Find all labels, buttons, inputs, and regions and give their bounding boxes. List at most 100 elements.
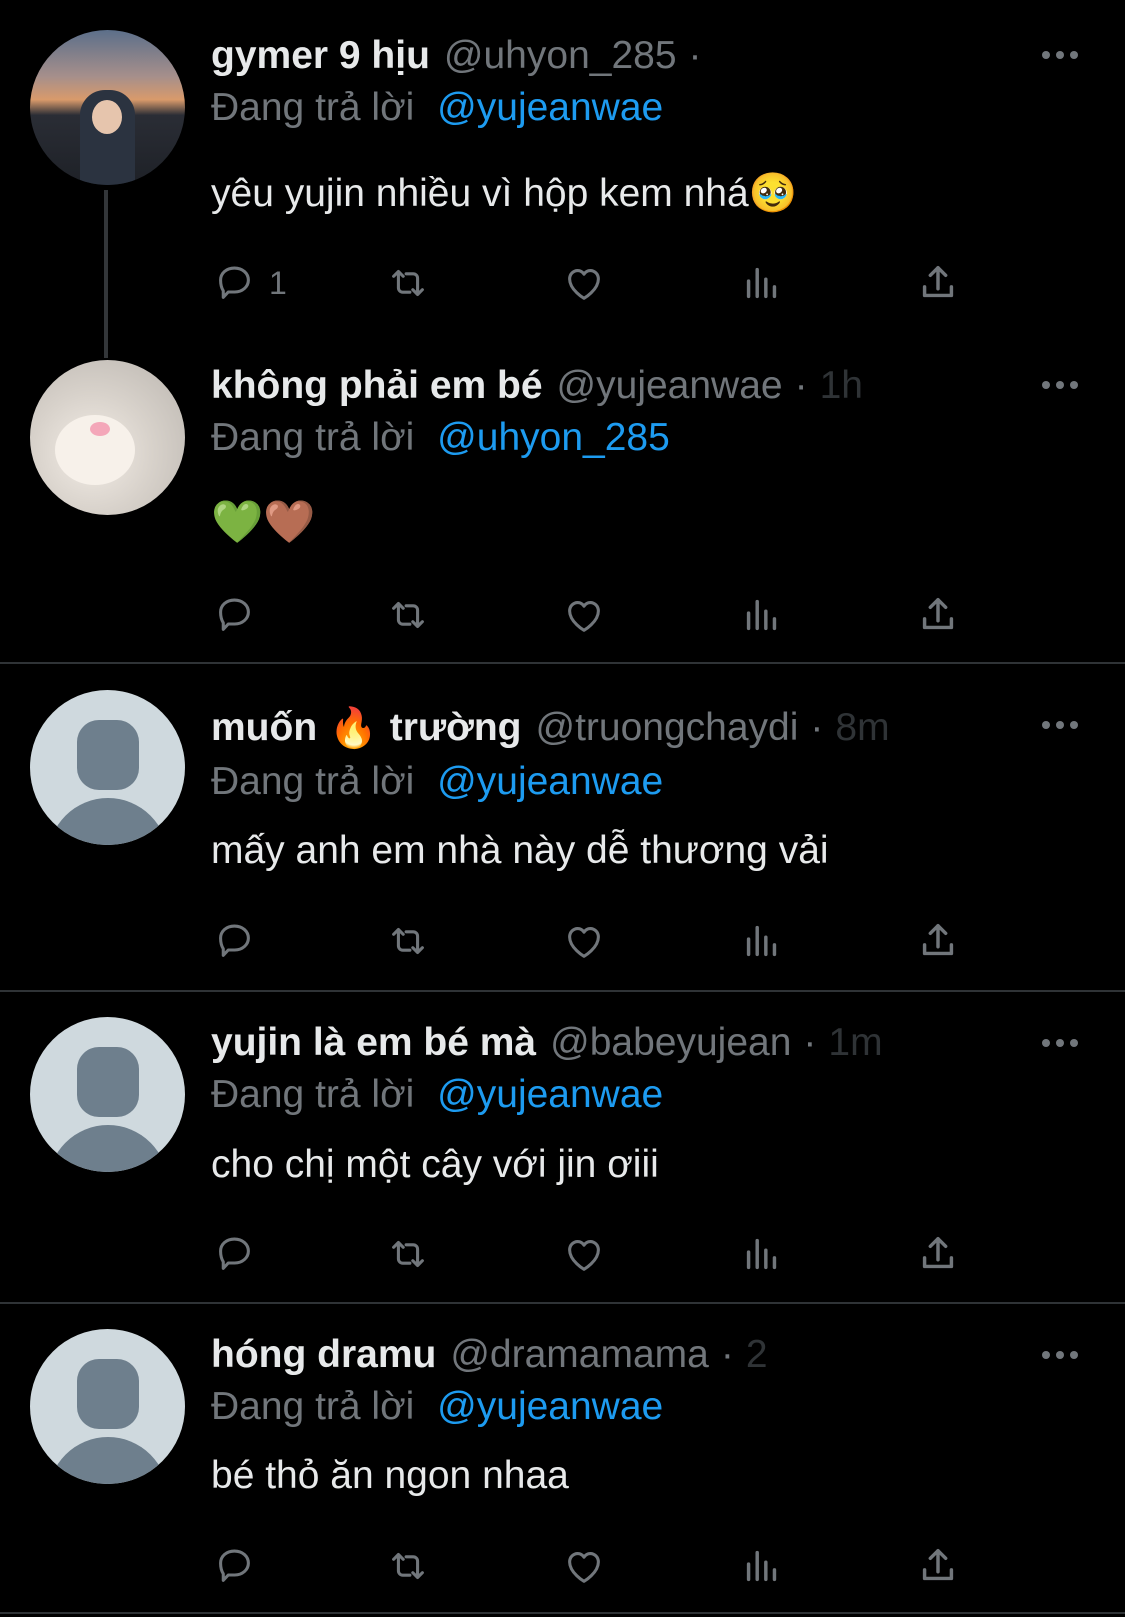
more-button[interactable] <box>1040 1345 1080 1365</box>
avatar[interactable] <box>30 1017 185 1172</box>
replying-to-mention[interactable]: @yujeanwae <box>437 1385 663 1428</box>
reply-icon <box>219 1237 250 1270</box>
retweet-icon <box>392 927 424 955</box>
display-name[interactable]: hóng dramu <box>211 1333 436 1377</box>
heart-icon <box>568 601 600 632</box>
views-icon <box>746 599 777 631</box>
username[interactable]: @yujeanwae <box>557 364 783 408</box>
heart-icon <box>568 927 600 958</box>
display-name[interactable]: không phải em bé <box>211 364 543 408</box>
share-button[interactable] <box>915 258 961 308</box>
reply-icon <box>219 266 250 299</box>
reply-button[interactable] <box>211 590 257 640</box>
avatar[interactable] <box>30 360 185 515</box>
like-button[interactable] <box>561 1541 607 1591</box>
replying-to-mention[interactable]: @uhyon_285 <box>437 416 670 459</box>
more-button[interactable] <box>1040 1033 1080 1053</box>
tweet-header: yujin là em bé mà @babeyujean · 1m <box>211 1018 1011 1068</box>
share-button[interactable] <box>915 1541 961 1591</box>
heart-icon <box>568 1552 600 1583</box>
retweet-icon <box>392 1552 424 1580</box>
retweet-button[interactable] <box>385 590 431 640</box>
replying-to-mention[interactable]: @yujeanwae <box>437 1073 663 1116</box>
views-button[interactable] <box>739 916 785 966</box>
share-button[interactable] <box>915 1229 961 1279</box>
views-button[interactable] <box>739 1541 785 1591</box>
retweet-icon <box>392 1240 424 1268</box>
share-icon <box>922 1236 954 1269</box>
avatar[interactable] <box>30 30 185 185</box>
replying-to-label: Đang trả lời <box>211 86 415 129</box>
heart-icon <box>568 1240 600 1271</box>
divider <box>0 990 1125 992</box>
display-name[interactable]: yujin là em bé mà <box>211 1021 536 1065</box>
replying-to: Đang trả lời @yujeanwae <box>211 1385 663 1429</box>
default-avatar-body <box>48 1125 168 1172</box>
default-avatar-head <box>77 1047 139 1117</box>
tweet-header: gymer 9 hịu @uhyon_285 · <box>211 31 1011 81</box>
tweet-text: mấy anh em nhà này dễ thương vải <box>211 829 829 872</box>
reply-icon <box>219 1549 250 1582</box>
views-button[interactable] <box>739 1229 785 1279</box>
reply-button[interactable] <box>211 916 257 966</box>
action-bar <box>211 916 1001 966</box>
replying-to-mention[interactable]: @yujeanwae <box>437 760 663 803</box>
display-name[interactable]: gymer 9 hịu <box>211 34 430 78</box>
replying-to: Đang trả lời @uhyon_285 <box>211 416 670 460</box>
action-bar <box>211 590 1001 640</box>
retweet-button[interactable] <box>385 1229 431 1279</box>
reply-count: 1 <box>269 264 287 301</box>
tweet-header: muốn 🔥 trường @truongchaydi · 8m <box>211 703 1011 753</box>
divider <box>0 662 1125 664</box>
more-button[interactable] <box>1040 45 1080 65</box>
retweet-icon <box>392 269 424 297</box>
views-button[interactable] <box>739 590 785 640</box>
username[interactable]: @uhyon_285 <box>444 34 677 78</box>
replying-to: Đang trả lời @yujeanwae <box>211 86 663 130</box>
timestamp[interactable]: 8m <box>835 706 889 750</box>
retweet-button[interactable] <box>385 916 431 966</box>
username[interactable]: @babeyujean <box>550 1021 791 1065</box>
share-button[interactable] <box>915 916 961 966</box>
divider <box>0 1612 1125 1614</box>
share-button[interactable] <box>915 590 961 640</box>
replying-to: Đang trả lời @yujeanwae <box>211 1073 663 1117</box>
reply-icon <box>219 598 250 631</box>
separator-dot: · <box>794 364 808 407</box>
views-button[interactable] <box>739 258 785 308</box>
action-bar: 1 <box>211 258 1001 308</box>
timestamp[interactable]: 2 <box>746 1333 768 1377</box>
action-bar <box>211 1229 1001 1279</box>
avatar[interactable] <box>30 1329 185 1484</box>
share-icon <box>922 923 954 956</box>
reply-button[interactable] <box>211 1541 257 1591</box>
replying-to-mention[interactable]: @yujeanwae <box>437 86 663 129</box>
timestamp[interactable]: 1h <box>820 364 863 408</box>
reply-button[interactable]: 1 <box>211 258 287 308</box>
display-name-part-2[interactable]: trường <box>390 706 522 750</box>
more-horizontal-icon <box>1042 381 1078 389</box>
like-button[interactable] <box>561 916 607 966</box>
views-icon <box>746 267 777 299</box>
like-button[interactable] <box>561 590 607 640</box>
username[interactable]: @dramamama <box>450 1333 709 1377</box>
retweet-button[interactable] <box>385 258 431 308</box>
default-avatar-head <box>77 1359 139 1429</box>
username[interactable]: @truongchaydi <box>536 706 799 750</box>
replying-to-label: Đang trả lời <box>211 760 415 803</box>
replying-to: Đang trả lời @yujeanwae <box>211 760 663 804</box>
avatar-face-shape <box>92 100 122 134</box>
like-button[interactable] <box>561 258 607 308</box>
display-name-part-1[interactable]: muốn <box>211 706 317 750</box>
like-button[interactable] <box>561 1229 607 1279</box>
more-button[interactable] <box>1040 375 1080 395</box>
timestamp[interactable]: 1m <box>828 1021 882 1065</box>
retweet-button[interactable] <box>385 1541 431 1591</box>
more-button[interactable] <box>1040 715 1080 735</box>
separator-dot: · <box>810 706 824 749</box>
reply-button[interactable] <box>211 1229 257 1279</box>
replying-to-label: Đang trả lời <box>211 1073 415 1116</box>
avatar[interactable] <box>30 690 185 845</box>
action-bar <box>211 1541 1001 1591</box>
tweet-text: bé thỏ ăn ngon nhaa <box>211 1454 569 1497</box>
